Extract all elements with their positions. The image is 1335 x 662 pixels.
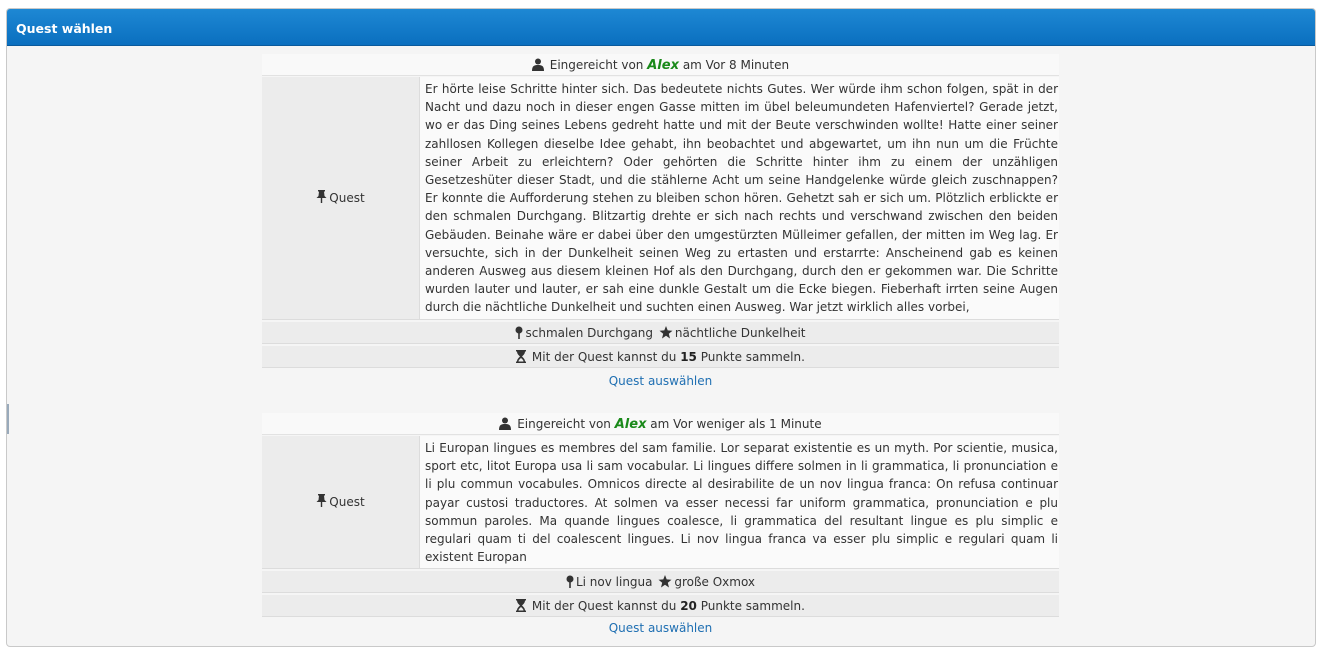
tags-row: Li nov lingua große Oxmox bbox=[262, 571, 1059, 594]
author-name[interactable]: Alex bbox=[615, 417, 647, 432]
author-name[interactable]: Alex bbox=[647, 58, 679, 73]
hourglass-icon bbox=[516, 349, 527, 366]
pin-icon bbox=[316, 494, 327, 510]
scroll-edge bbox=[7, 404, 9, 434]
points-prefix: Mit der Quest kannst du bbox=[531, 349, 677, 364]
quest-text: Li Europan lingues es membres del sam fa… bbox=[420, 436, 1059, 569]
submitted-prefix: Eingereicht von bbox=[549, 58, 644, 72]
user-icon bbox=[531, 58, 544, 74]
tags-row: schmalen Durchgang nächtliche Dunkelheit bbox=[262, 321, 1059, 344]
location-tag: schmalen Durchgang bbox=[525, 325, 654, 340]
submitted-time: am Vor weniger als 1 Minute bbox=[650, 417, 822, 431]
location-tag: Li nov lingua bbox=[575, 575, 653, 590]
quest-card: Eingereicht von Alex am Vor weniger als … bbox=[262, 413, 1059, 641]
select-quest-link[interactable]: Quest auswählen bbox=[609, 621, 713, 635]
select-row: Quest auswählen bbox=[262, 368, 1059, 392]
location-pin-icon bbox=[515, 326, 523, 342]
select-row: Quest auswählen bbox=[262, 617, 1059, 641]
points-value: 20 bbox=[680, 599, 697, 614]
quest-body: Quest Er hörte leise Schritte hinter sic… bbox=[262, 77, 1059, 320]
user-icon bbox=[499, 417, 512, 433]
submitted-time: am Vor 8 Minuten bbox=[682, 58, 790, 72]
item-tag: nächtliche Dunkelheit bbox=[674, 325, 806, 340]
quest-card: Eingereicht von Alex am Vor 8 Minuten Qu… bbox=[262, 54, 1059, 392]
star-icon bbox=[659, 325, 673, 342]
points-prefix: Mit der Quest kannst du bbox=[531, 599, 677, 614]
submitted-row: Eingereicht von Alex am Vor 8 Minuten bbox=[262, 54, 1059, 76]
points-suffix: Punkte sammeln. bbox=[700, 599, 805, 614]
panel-title: Quest wählen bbox=[7, 9, 1315, 46]
quest-body: Quest Li Europan lingues es membres del … bbox=[262, 436, 1059, 570]
points-row: Mit der Quest kannst du 20 Punkte sammel… bbox=[262, 595, 1059, 618]
submitted-prefix: Eingereicht von bbox=[517, 417, 611, 431]
quest-label: Quest bbox=[329, 495, 365, 510]
star-icon bbox=[658, 575, 672, 591]
points-value: 15 bbox=[680, 349, 697, 364]
points-suffix: Punkte sammeln. bbox=[700, 349, 805, 364]
points-row: Mit der Quest kannst du 15 Punkte sammel… bbox=[262, 345, 1059, 368]
quest-text: Er hörte leise Schritte hinter sich. Das… bbox=[420, 77, 1059, 319]
submitted-row: Eingereicht von Alex am Vor weniger als … bbox=[262, 413, 1059, 435]
quest-label: Quest bbox=[329, 190, 365, 205]
pin-icon bbox=[316, 189, 327, 206]
hourglass-icon bbox=[516, 599, 527, 615]
select-quest-link[interactable]: Quest auswählen bbox=[609, 374, 713, 388]
quest-label-cell: Quest bbox=[262, 436, 420, 569]
item-tag: große Oxmox bbox=[674, 575, 756, 590]
quest-label-cell: Quest bbox=[262, 77, 420, 319]
location-pin-icon bbox=[566, 575, 574, 591]
